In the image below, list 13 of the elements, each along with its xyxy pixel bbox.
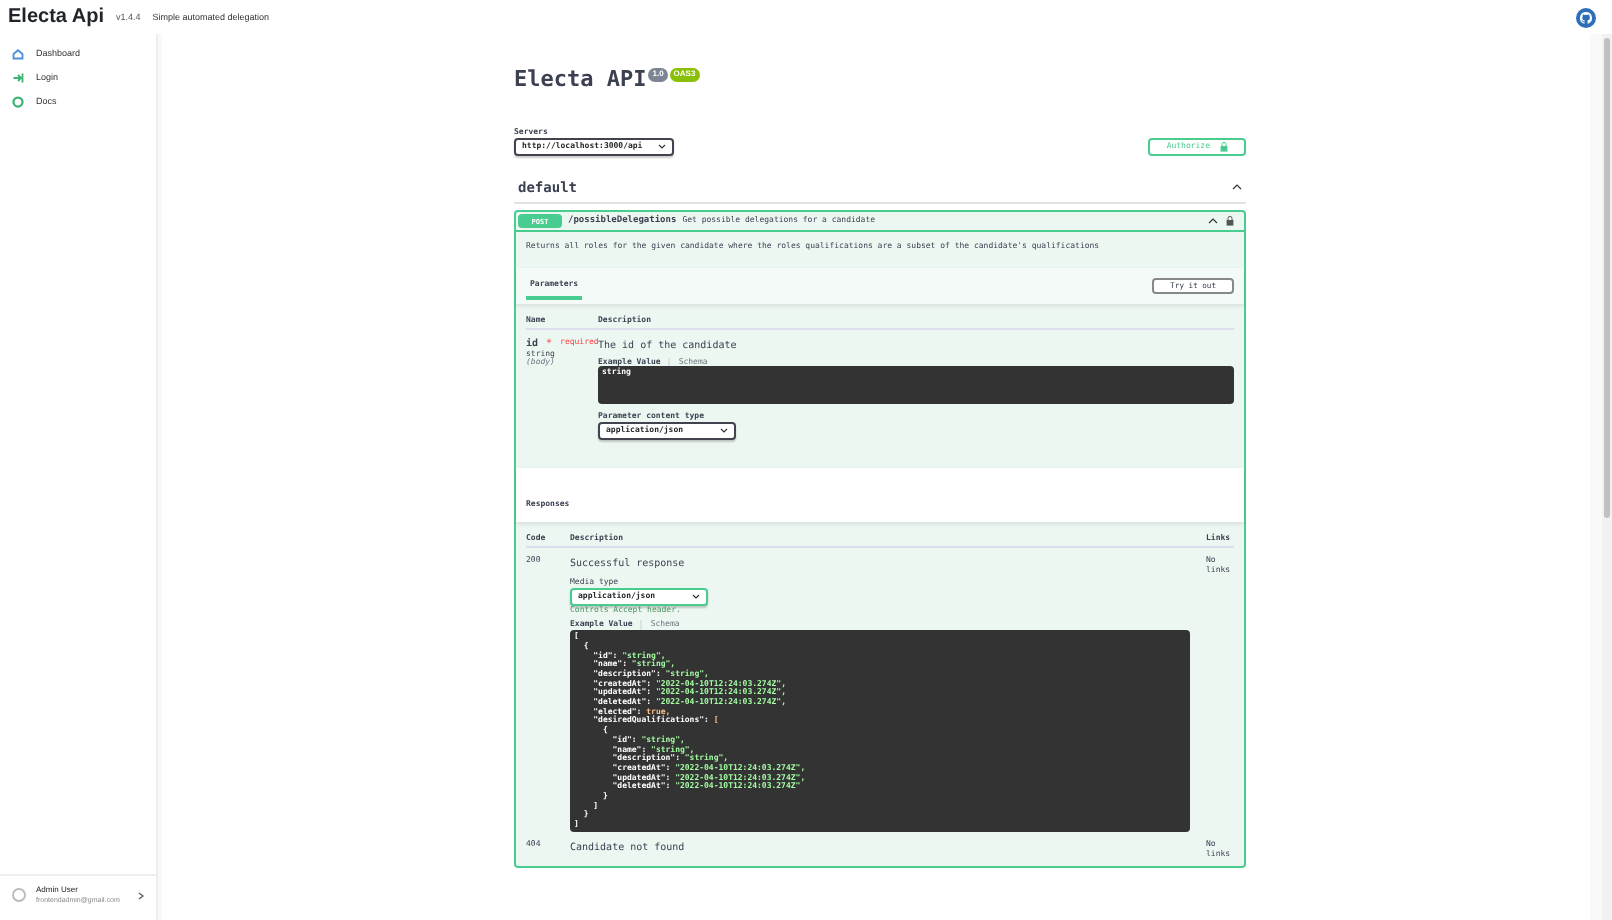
api-title: Electa API <box>514 66 647 93</box>
chevron-icon[interactable] <box>1208 218 1218 225</box>
avatar-icon <box>12 888 26 902</box>
lock-icon[interactable] <box>1226 216 1234 227</box>
chevron-right-icon[interactable] <box>138 891 144 899</box>
caret-icon[interactable] <box>719 428 728 435</box>
github-icon[interactable] <box>1576 7 1596 27</box>
caret-icon[interactable] <box>691 593 700 600</box>
chevron-icon[interactable] <box>1232 184 1242 191</box>
lock-icon <box>1220 141 1228 152</box>
caret-icon[interactable] <box>658 143 667 150</box>
app-name: Electa Api <box>8 5 104 29</box>
scrollbar[interactable] <box>1602 34 1612 920</box>
